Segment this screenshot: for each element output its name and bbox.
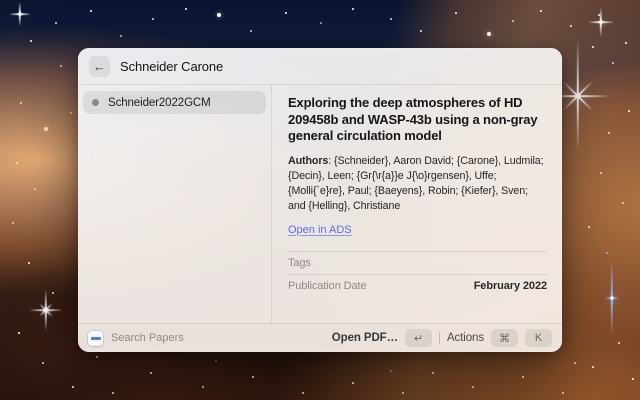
bullet-icon xyxy=(92,99,99,106)
command-key-badge: ⌘ xyxy=(491,329,518,347)
results-sidebar: Schneider2022GCM xyxy=(78,85,272,323)
window-main: Schneider2022GCM Exploring the deep atmo… xyxy=(78,85,562,323)
back-arrow-icon: ← xyxy=(93,59,106,74)
window-header: ← Schneider Carone xyxy=(78,48,562,85)
desktop: ← Schneider Carone Schneider2022GCM Expl… xyxy=(0,0,640,400)
paper-authors: Authors: {Schneider}, Aaron David; {Caro… xyxy=(288,154,547,215)
publication-date-value: February 2022 xyxy=(474,280,547,292)
paper-title: Exploring the deep atmospheres of HD 209… xyxy=(288,95,547,145)
footer-divider xyxy=(439,332,440,344)
command-name: Search Papers xyxy=(111,332,184,344)
publication-date-label: Publication Date xyxy=(288,280,367,292)
actions-button[interactable]: Actions xyxy=(447,332,484,344)
authors-label: Authors xyxy=(288,155,328,167)
metadata-section: Tags Publication Date February 2022 xyxy=(288,251,547,297)
window-title: Schneider Carone xyxy=(120,59,223,74)
back-button[interactable]: ← xyxy=(89,56,110,77)
return-key-badge: ↵ xyxy=(405,329,432,347)
star-glows xyxy=(0,0,2,2)
k-key-badge: K xyxy=(525,329,552,347)
sidebar-item-label: Schneider2022GCM xyxy=(108,97,211,109)
open-pdf-button[interactable]: Open PDF… xyxy=(332,332,398,344)
detail-panel: Exploring the deep atmospheres of HD 209… xyxy=(272,85,562,323)
metadata-row-publication-date: Publication Date February 2022 xyxy=(288,274,547,297)
footer-actions: Open PDF… ↵ Actions ⌘ K xyxy=(332,329,552,347)
tags-label: Tags xyxy=(288,257,311,269)
metadata-row-tags: Tags xyxy=(288,251,547,274)
search-papers-extension-icon xyxy=(88,331,103,346)
launcher-window: ← Schneider Carone Schneider2022GCM Expl… xyxy=(78,48,562,352)
open-in-ads-link[interactable]: Open in ADS xyxy=(288,224,352,236)
sidebar-item-schneider2022gcm[interactable]: Schneider2022GCM xyxy=(83,91,266,114)
window-footer: Search Papers Open PDF… ↵ Actions ⌘ K xyxy=(78,323,562,352)
